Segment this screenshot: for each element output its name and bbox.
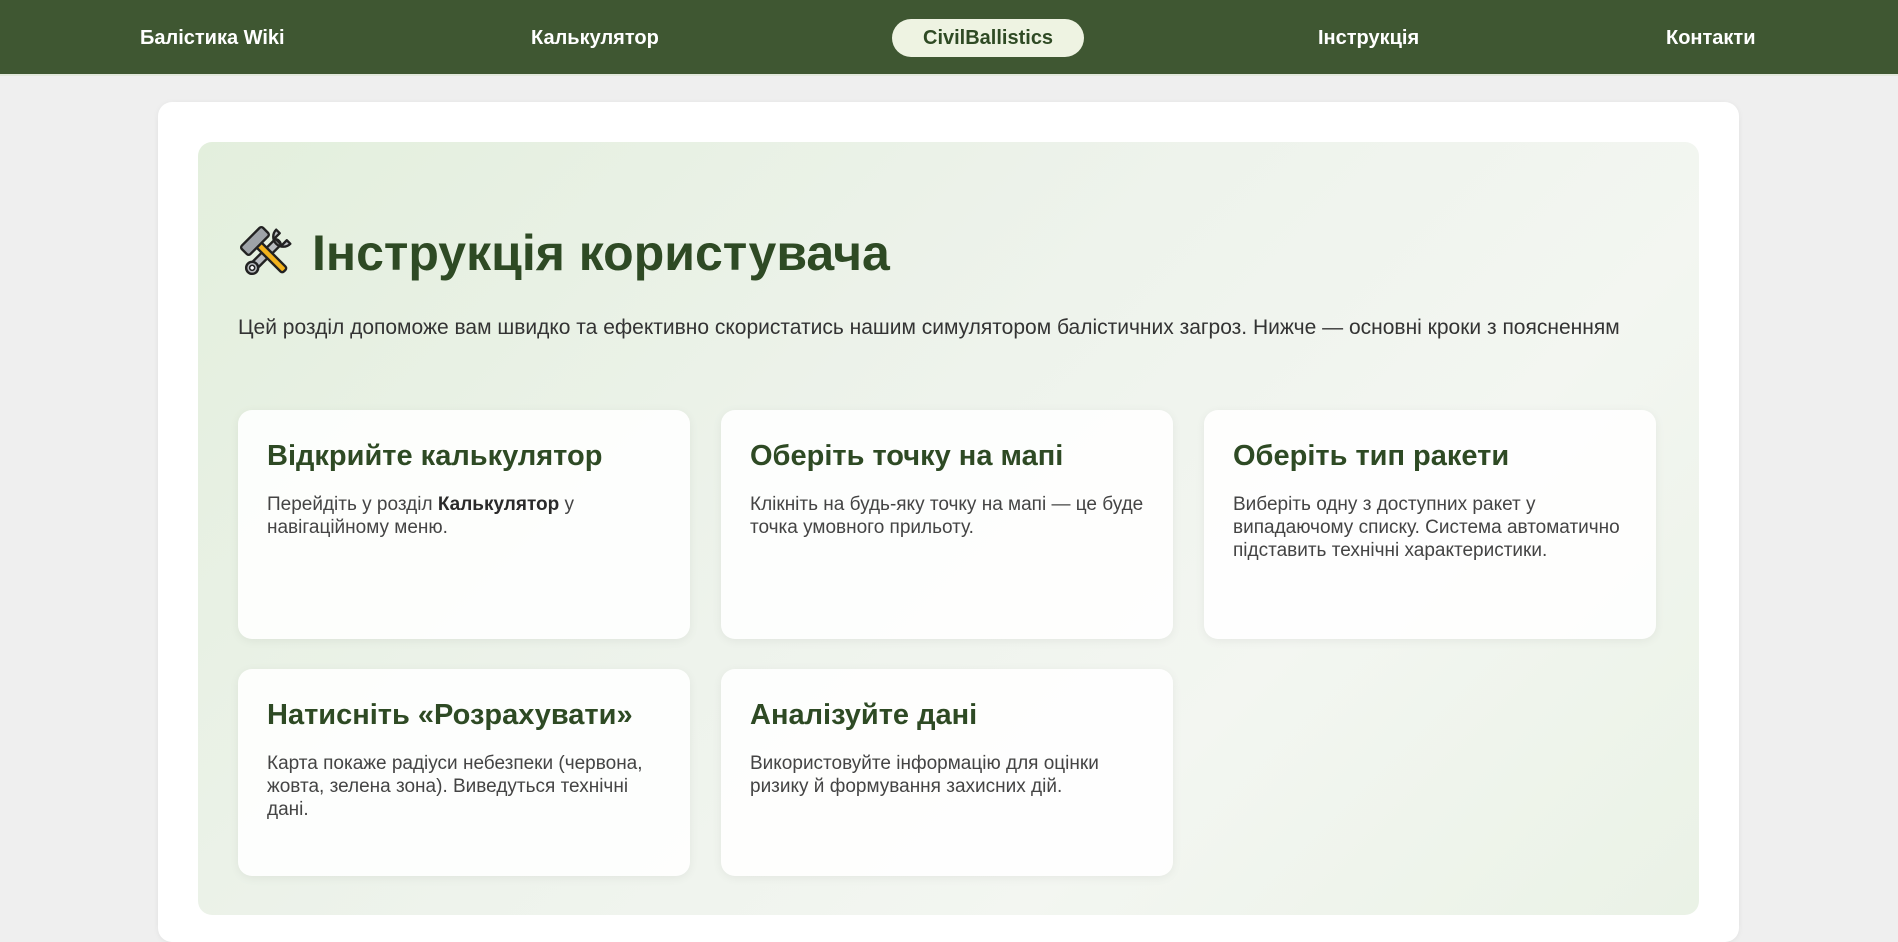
nav-link-contacts[interactable]: Контакти: [1666, 19, 1756, 57]
step-card-select-map-point: Оберіть точку на мапі Клікніть на будь-я…: [721, 410, 1173, 639]
nav-link-calculator[interactable]: Калькулятор: [531, 19, 659, 57]
main-content-card: Інструкція користувача Цей розділ допомо…: [158, 102, 1739, 942]
step-card-press-calculate: Натисніть «Розрахувати» Карта покаже рад…: [238, 669, 690, 876]
step-text: Використовуйте інформацію для оцінки риз…: [750, 753, 1099, 797]
step-title: Оберіть точку на мапі: [750, 440, 1064, 472]
step-text: Карта покаже радіуси небезпеки (червона,…: [267, 753, 643, 820]
page-title: Інструкція користувача: [312, 225, 890, 281]
step-title: Аналізуйте дані: [750, 699, 978, 731]
step-card-select-missile-type: Оберіть тип ракети Виберіть одну з досту…: [1204, 410, 1656, 639]
nav-link-instructions[interactable]: Інструкція: [1318, 19, 1419, 57]
step-text: Перейдіть у розділ Калькулятор у навігац…: [267, 494, 575, 538]
step-card-analyze-data: Аналізуйте дані Використовуйте інформаці…: [721, 669, 1173, 876]
step-text: Клікніть на будь-яку точку на мапі — це …: [750, 494, 1144, 538]
intro-paragraph: Цей розділ допоможе вам швидко та ефекти…: [238, 316, 1620, 339]
top-navbar: Балістика Wiki Калькулятор CivilBallisti…: [0, 0, 1898, 76]
step-card-open-calculator: Відкрийте калькулятор Перейдіть у розділ…: [238, 410, 690, 639]
nav-link-ballistics-wiki[interactable]: Балістика Wiki: [140, 19, 285, 57]
step-title: Оберіть тип ракети: [1233, 440, 1510, 472]
step-text: Виберіть одну з доступних ракет у випада…: [1233, 494, 1620, 561]
hammer-and-wrench-icon: [238, 224, 296, 282]
instructions-section: Інструкція користувача Цей розділ допомо…: [198, 142, 1699, 915]
step-title: Натисніть «Розрахувати»: [267, 699, 633, 731]
step-text-emphasis: Калькулятор: [437, 494, 560, 515]
page-header: Інструкція користувача: [238, 220, 890, 286]
nav-link-civilballistics[interactable]: CivilBallistics: [892, 19, 1085, 57]
step-title: Відкрийте калькулятор: [267, 440, 603, 472]
